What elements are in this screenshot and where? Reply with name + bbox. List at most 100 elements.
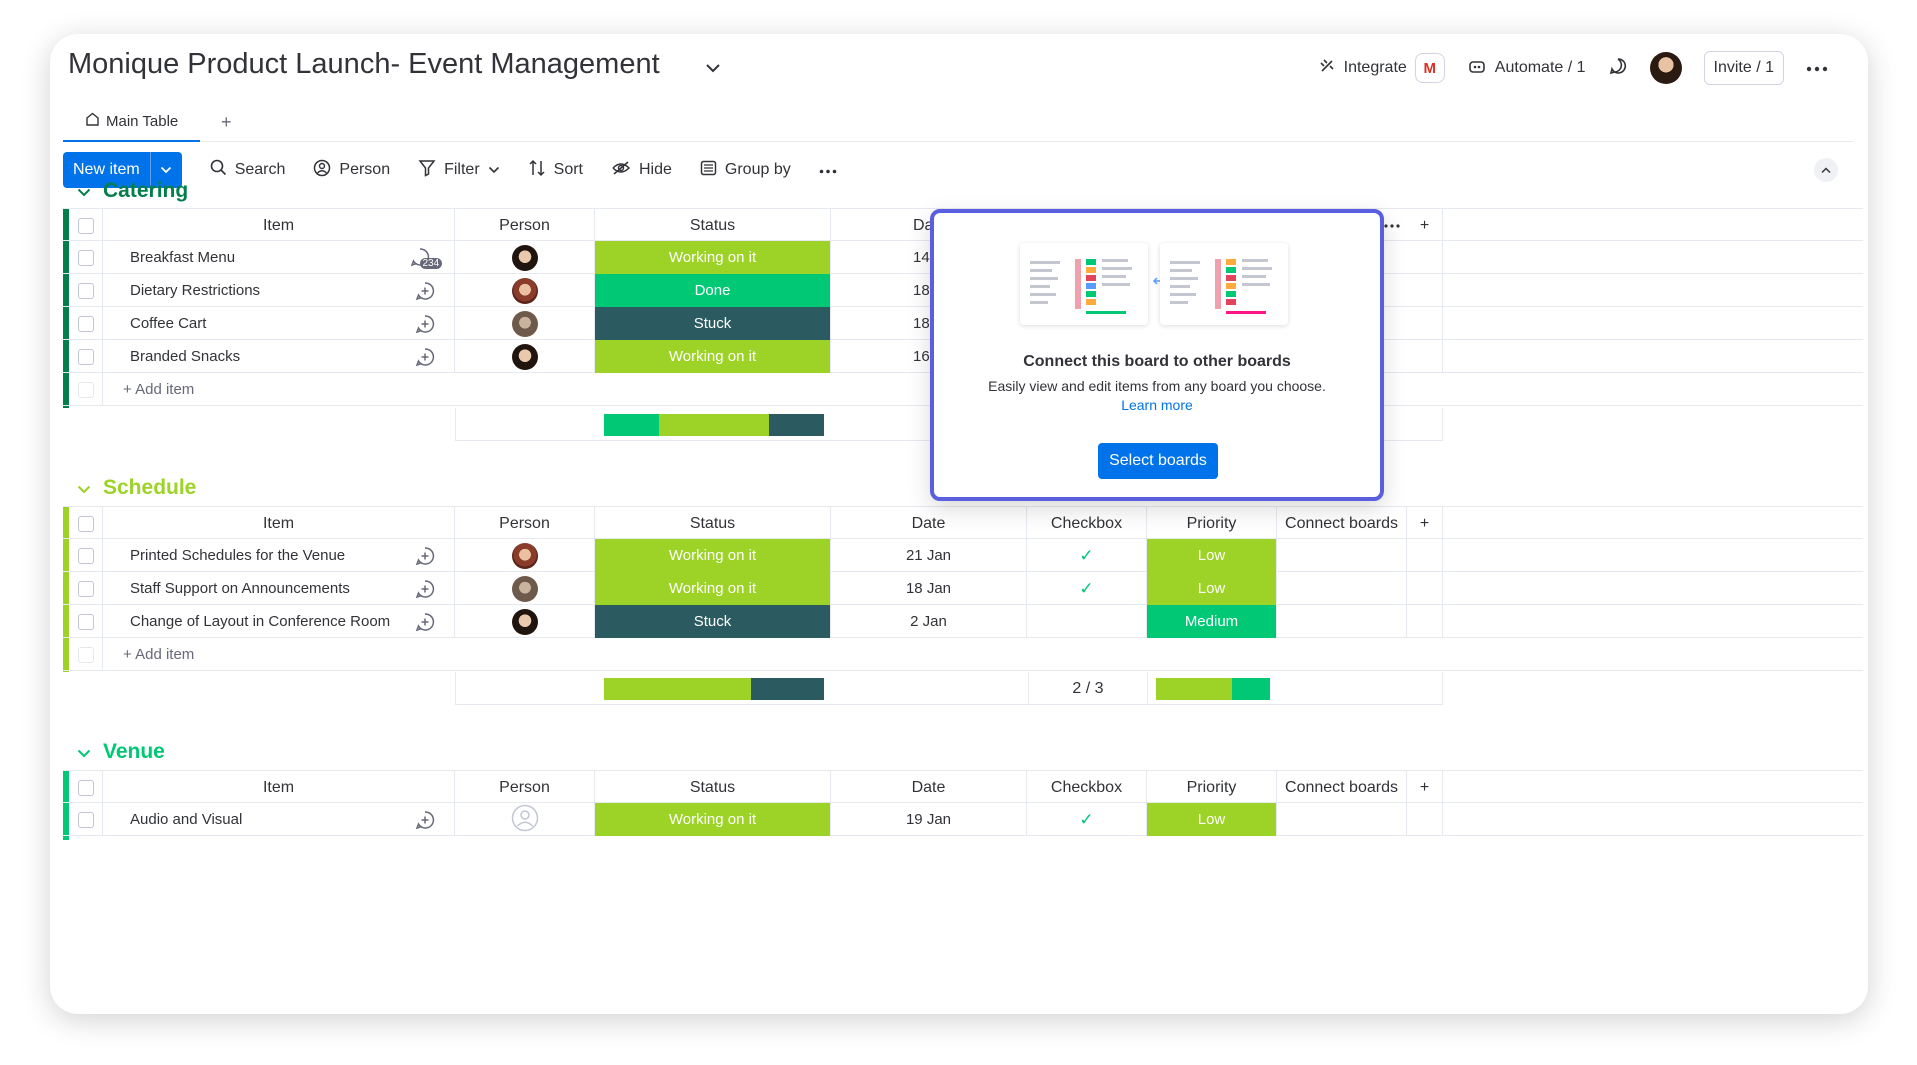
select-all-checkbox[interactable]: [77, 515, 94, 532]
select-all-cell[interactable]: [69, 209, 103, 242]
updates-cell[interactable]: 234: [395, 241, 455, 274]
date-cell[interactable]: 21 Jan: [831, 539, 1027, 572]
add-update-icon[interactable]: [395, 274, 455, 307]
updates-icon[interactable]: [1608, 56, 1628, 81]
select-all-checkbox[interactable]: [77, 217, 94, 234]
row-select-cell[interactable]: [69, 241, 103, 274]
row-checkbox[interactable]: [77, 613, 94, 630]
person-cell[interactable]: [455, 307, 595, 340]
add-view-button[interactable]: +: [221, 112, 232, 133]
row-select-cell[interactable]: [69, 274, 103, 307]
person-filter-button[interactable]: Person: [313, 159, 390, 182]
learn-more-link[interactable]: Learn more: [934, 397, 1380, 413]
checkbox-cell[interactable]: [1027, 605, 1147, 638]
more-options-icon[interactable]: [819, 161, 837, 179]
item-name[interactable]: Dietary Restrictions: [103, 274, 395, 307]
add-column-button[interactable]: +: [1407, 209, 1443, 242]
person-cell[interactable]: [455, 539, 595, 572]
status-label[interactable]: Working on it: [595, 803, 831, 836]
user-avatar[interactable]: [1649, 52, 1682, 84]
row-checkbox[interactable]: [77, 348, 94, 365]
status-label[interactable]: Stuck: [595, 307, 831, 340]
column-header-person[interactable]: Person: [455, 771, 595, 804]
row-checkbox[interactable]: [77, 249, 94, 266]
row-select-cell[interactable]: [69, 340, 103, 373]
avatar[interactable]: [511, 244, 538, 271]
row-checkbox[interactable]: [77, 282, 94, 299]
row-select-cell[interactable]: [69, 803, 103, 836]
chevron-down-icon[interactable]: [488, 161, 500, 179]
add-update-icon[interactable]: [395, 307, 455, 340]
connect-boards-cell[interactable]: [1277, 605, 1407, 638]
add-update-icon[interactable]: [395, 572, 455, 605]
column-header-date[interactable]: Date: [831, 507, 1027, 540]
chevron-down-icon[interactable]: [77, 740, 91, 764]
board-title[interactable]: Monique Product Launch- Event Management: [68, 48, 660, 81]
group-title-catering[interactable]: Catering: [77, 179, 188, 203]
status-label[interactable]: Done: [595, 274, 831, 307]
item-name[interactable]: Breakfast Menu: [103, 241, 395, 274]
add-column-button[interactable]: +: [1407, 507, 1443, 540]
item-name[interactable]: Printed Schedules for the Venue: [103, 539, 395, 572]
column-header-priority[interactable]: Priority: [1147, 507, 1277, 540]
person-cell[interactable]: [455, 605, 595, 638]
row-select-cell[interactable]: [69, 605, 103, 638]
column-header-status[interactable]: Status: [595, 507, 831, 540]
collapse-header-button[interactable]: [1814, 158, 1838, 182]
checkbox-cell[interactable]: ✓: [1027, 572, 1147, 605]
priority-label[interactable]: Medium: [1147, 605, 1277, 638]
row-select-cell[interactable]: [69, 572, 103, 605]
row-select-cell[interactable]: [69, 307, 103, 340]
add-column-button[interactable]: +: [1407, 771, 1443, 804]
chevron-down-icon[interactable]: [77, 179, 91, 203]
checkbox-cell[interactable]: ✓: [1027, 803, 1147, 836]
search-button[interactable]: Search: [210, 159, 285, 181]
integrate-button[interactable]: Integrate M: [1318, 53, 1445, 83]
connect-boards-cell[interactable]: [1277, 572, 1407, 605]
automate-button[interactable]: Automate / 1: [1467, 57, 1586, 80]
item-name[interactable]: Branded Snacks: [103, 340, 395, 373]
hide-button[interactable]: Hide: [611, 160, 672, 181]
status-label[interactable]: Working on it: [595, 572, 831, 605]
person-cell[interactable]: [455, 803, 595, 836]
item-name[interactable]: Staff Support on Announcements: [103, 572, 395, 605]
row-checkbox[interactable]: [77, 547, 94, 564]
column-header-date[interactable]: Date: [831, 771, 1027, 804]
add-update-icon[interactable]: [395, 539, 455, 572]
filter-button[interactable]: Filter: [418, 159, 500, 182]
item-name[interactable]: Change of Layout in Conference Room: [103, 605, 395, 638]
item-name[interactable]: Coffee Cart: [103, 307, 395, 340]
date-cell[interactable]: 18 Jan: [831, 572, 1027, 605]
column-header-item[interactable]: Item: [103, 771, 455, 804]
add-update-icon[interactable]: [395, 605, 455, 638]
row-checkbox[interactable]: [77, 580, 94, 597]
select-boards-button[interactable]: Select boards: [1098, 443, 1218, 479]
column-header-checkbox[interactable]: Checkbox: [1027, 507, 1147, 540]
avatar[interactable]: [511, 608, 538, 635]
table-row[interactable]: Staff Support on Announcements Working o…: [63, 572, 1863, 605]
status-label[interactable]: Working on it: [595, 539, 831, 572]
updates-icon[interactable]: 234: [410, 247, 443, 269]
column-header-connect-boards[interactable]: Connect boards: [1277, 507, 1407, 540]
connect-boards-cell[interactable]: [1277, 539, 1407, 572]
add-item-row[interactable]: + Add item: [63, 638, 1863, 671]
chevron-down-icon[interactable]: [77, 476, 91, 500]
priority-label[interactable]: Low: [1147, 539, 1277, 572]
priority-label[interactable]: Low: [1147, 572, 1277, 605]
row-checkbox[interactable]: [77, 315, 94, 332]
column-header-item[interactable]: Item: [103, 209, 455, 242]
date-cell[interactable]: 19 Jan: [831, 803, 1027, 836]
row-checkbox[interactable]: [77, 811, 94, 828]
person-cell[interactable]: [455, 241, 595, 274]
avatar[interactable]: [511, 277, 538, 304]
avatar[interactable]: [511, 310, 538, 337]
add-update-icon[interactable]: [395, 803, 455, 836]
group-title-schedule[interactable]: Schedule: [77, 476, 196, 500]
column-header-priority[interactable]: Priority: [1147, 771, 1277, 804]
table-row[interactable]: Printed Schedules for the Venue Working …: [63, 539, 1863, 572]
avatar[interactable]: [511, 343, 538, 370]
item-name[interactable]: Audio and Visual: [103, 803, 395, 836]
column-header-connect-boards[interactable]: Connect boards: [1277, 771, 1407, 804]
empty-avatar-icon[interactable]: [511, 804, 539, 836]
row-select-cell[interactable]: [69, 539, 103, 572]
